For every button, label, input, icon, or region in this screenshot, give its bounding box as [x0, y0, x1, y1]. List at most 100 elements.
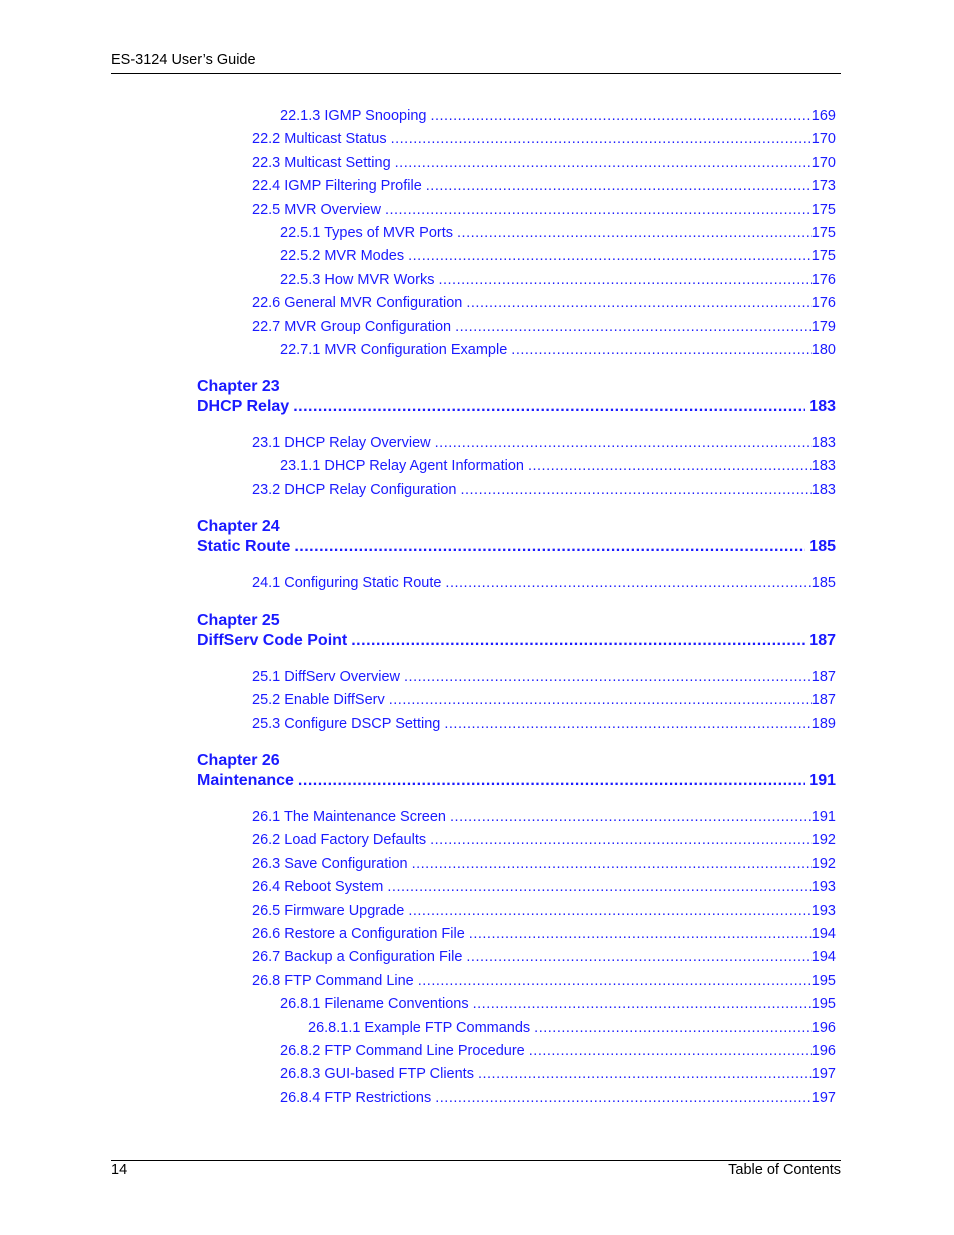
toc-entry[interactable]: 26.4 Reboot System 193 [252, 879, 836, 895]
toc-entry[interactable]: 23.1 DHCP Relay Overview 183 [252, 435, 836, 451]
toc-entry-page[interactable]: 193 [812, 903, 836, 919]
toc-entry-page[interactable]: 176 [812, 295, 836, 311]
toc-entry-page[interactable]: 175 [812, 202, 836, 218]
toc-entry-label[interactable]: 26.8.1 Filename Conventions [280, 996, 473, 1012]
toc-entry-label[interactable]: 22.5 MVR Overview [252, 202, 385, 218]
chapter-number[interactable]: Chapter 23 [197, 378, 280, 396]
chapter-entry[interactable]: DiffServ Code Point 187 [197, 632, 836, 650]
toc-entry[interactable]: 24.1 Configuring Static Route 185 [252, 575, 836, 591]
toc-entry[interactable]: 26.8.1.1 Example FTP Commands 196 [308, 1020, 836, 1036]
toc-entry-label[interactable]: 22.1.3 IGMP Snooping [280, 108, 430, 124]
chapter-number[interactable]: Chapter 24 [197, 518, 280, 536]
toc-entry[interactable]: 22.5 MVR Overview 175 [252, 202, 836, 218]
toc-entry-page[interactable]: 193 [812, 879, 836, 895]
toc-entry-page[interactable]: 169 [812, 108, 836, 124]
chapter-number[interactable]: Chapter 26 [197, 752, 280, 770]
toc-entry-page[interactable]: 175 [812, 248, 836, 264]
toc-entry-label[interactable]: 26.1 The Maintenance Screen [252, 809, 450, 825]
toc-entry[interactable]: 26.8.3 GUI-based FTP Clients 197 [280, 1066, 836, 1082]
toc-entry-label[interactable]: 22.6 General MVR Configuration [252, 295, 466, 311]
toc-entry-label[interactable]: 22.4 IGMP Filtering Profile [252, 178, 426, 194]
toc-entry-label[interactable]: 26.6 Restore a Configuration File [252, 926, 469, 942]
toc-entry-label[interactable]: 24.1 Configuring Static Route [252, 575, 445, 591]
toc-entry-label[interactable]: 26.2 Load Factory Defaults [252, 832, 430, 848]
toc-entry-label[interactable]: 26.8.1.1 Example FTP Commands [308, 1020, 534, 1036]
toc-entry-page[interactable]: 195 [812, 996, 836, 1012]
toc-entry-page[interactable]: 170 [812, 155, 836, 171]
toc-entry-label[interactable]: 25.1 DiffServ Overview [252, 669, 404, 685]
toc-entry-page[interactable]: 192 [812, 856, 836, 872]
chapter-entry[interactable]: Static Route 185 [197, 538, 836, 556]
toc-entry-page[interactable]: 192 [812, 832, 836, 848]
toc-entry[interactable]: 22.7.1 MVR Configuration Example 180 [280, 342, 836, 358]
toc-entry[interactable]: 26.6 Restore a Configuration File 194 [252, 926, 836, 942]
toc-entry-page[interactable]: 173 [812, 178, 836, 194]
toc-entry-page[interactable]: 195 [812, 973, 836, 989]
toc-entry-page[interactable]: 187 [812, 692, 836, 708]
toc-entry[interactable]: 26.8.1 Filename Conventions 195 [280, 996, 836, 1012]
toc-entry[interactable]: 23.1.1 DHCP Relay Agent Information 183 [280, 458, 836, 474]
toc-entry-page[interactable]: 176 [812, 272, 836, 288]
chapter-title[interactable]: Static Route [197, 538, 294, 556]
toc-entry[interactable]: 22.2 Multicast Status 170 [252, 131, 836, 147]
toc-entry-label[interactable]: 23.2 DHCP Relay Configuration [252, 482, 460, 498]
toc-entry-page[interactable]: 180 [812, 342, 836, 358]
toc-entry[interactable]: 26.7 Backup a Configuration File 194 [252, 949, 836, 965]
toc-entry-label[interactable]: 26.8.3 GUI-based FTP Clients [280, 1066, 478, 1082]
toc-entry-page[interactable]: 191 [812, 809, 836, 825]
toc-entry[interactable]: 26.3 Save Configuration 192 [252, 856, 836, 872]
toc-entry[interactable]: 22.6 General MVR Configuration 176 [252, 295, 836, 311]
toc-entry-label[interactable]: 22.7 MVR Group Configuration [252, 319, 455, 335]
toc-entry-page[interactable]: 179 [812, 319, 836, 335]
toc-entry-label[interactable]: 22.7.1 MVR Configuration Example [280, 342, 511, 358]
toc-entry-page[interactable]: 196 [812, 1043, 836, 1059]
toc-entry[interactable]: 23.2 DHCP Relay Configuration 183 [252, 482, 836, 498]
toc-entry-label[interactable]: 22.5.2 MVR Modes [280, 248, 408, 264]
toc-entry-page[interactable]: 183 [812, 458, 836, 474]
chapter-title[interactable]: DiffServ Code Point [197, 632, 351, 650]
toc-entry-label[interactable]: 26.5 Firmware Upgrade [252, 903, 408, 919]
toc-entry-label[interactable]: 26.4 Reboot System [252, 879, 387, 895]
chapter-page[interactable]: 187 [805, 632, 836, 650]
toc-entry[interactable]: 25.2 Enable DiffServ 187 [252, 692, 836, 708]
toc-entry[interactable]: 22.7 MVR Group Configuration 179 [252, 319, 836, 335]
toc-entry-label[interactable]: 22.5.3 How MVR Works [280, 272, 438, 288]
chapter-page[interactable]: 191 [805, 772, 836, 790]
toc-entry-page[interactable]: 197 [812, 1066, 836, 1082]
toc-entry[interactable]: 22.1.3 IGMP Snooping 169 [280, 108, 836, 124]
toc-entry-label[interactable]: 22.2 Multicast Status [252, 131, 391, 147]
toc-entry-page[interactable]: 183 [812, 482, 836, 498]
toc-entry[interactable]: 26.5 Firmware Upgrade 193 [252, 903, 836, 919]
toc-entry[interactable]: 22.5.2 MVR Modes 175 [280, 248, 836, 264]
toc-entry-label[interactable]: 25.2 Enable DiffServ [252, 692, 389, 708]
toc-entry-page[interactable]: 189 [812, 716, 836, 732]
chapter-entry[interactable]: DHCP Relay 183 [197, 398, 836, 416]
toc-entry[interactable]: 22.4 IGMP Filtering Profile 173 [252, 178, 836, 194]
toc-entry[interactable]: 22.5.3 How MVR Works 176 [280, 272, 836, 288]
toc-entry-label[interactable]: 22.5.1 Types of MVR Ports [280, 225, 457, 241]
toc-entry-page[interactable]: 185 [812, 575, 836, 591]
chapter-title[interactable]: Maintenance [197, 772, 298, 790]
toc-entry-page[interactable]: 183 [812, 435, 836, 451]
toc-entry-label[interactable]: 26.8.2 FTP Command Line Procedure [280, 1043, 529, 1059]
toc-entry[interactable]: 26.2 Load Factory Defaults 192 [252, 832, 836, 848]
chapter-number[interactable]: Chapter 25 [197, 612, 280, 630]
toc-entry-page[interactable]: 187 [812, 669, 836, 685]
toc-entry[interactable]: 26.8 FTP Command Line 195 [252, 973, 836, 989]
chapter-page[interactable]: 183 [805, 398, 836, 416]
toc-entry-label[interactable]: 26.8.4 FTP Restrictions [280, 1090, 435, 1106]
toc-entry-page[interactable]: 194 [812, 926, 836, 942]
toc-entry[interactable]: 22.3 Multicast Setting 170 [252, 155, 836, 171]
toc-entry-label[interactable]: 22.3 Multicast Setting [252, 155, 395, 171]
toc-entry[interactable]: 22.5.1 Types of MVR Ports 175 [280, 225, 836, 241]
chapter-entry[interactable]: Maintenance 191 [197, 772, 836, 790]
toc-entry[interactable]: 25.1 DiffServ Overview 187 [252, 669, 836, 685]
toc-entry[interactable]: 26.8.4 FTP Restrictions 197 [280, 1090, 836, 1106]
toc-entry-page[interactable]: 175 [812, 225, 836, 241]
toc-entry[interactable]: 26.8.2 FTP Command Line Procedure 196 [280, 1043, 836, 1059]
toc-entry[interactable]: 25.3 Configure DSCP Setting 189 [252, 716, 836, 732]
toc-entry-label[interactable]: 23.1 DHCP Relay Overview [252, 435, 435, 451]
toc-entry-label[interactable]: 26.8 FTP Command Line [252, 973, 418, 989]
chapter-page[interactable]: 185 [805, 538, 836, 556]
toc-entry-label[interactable]: 25.3 Configure DSCP Setting [252, 716, 444, 732]
